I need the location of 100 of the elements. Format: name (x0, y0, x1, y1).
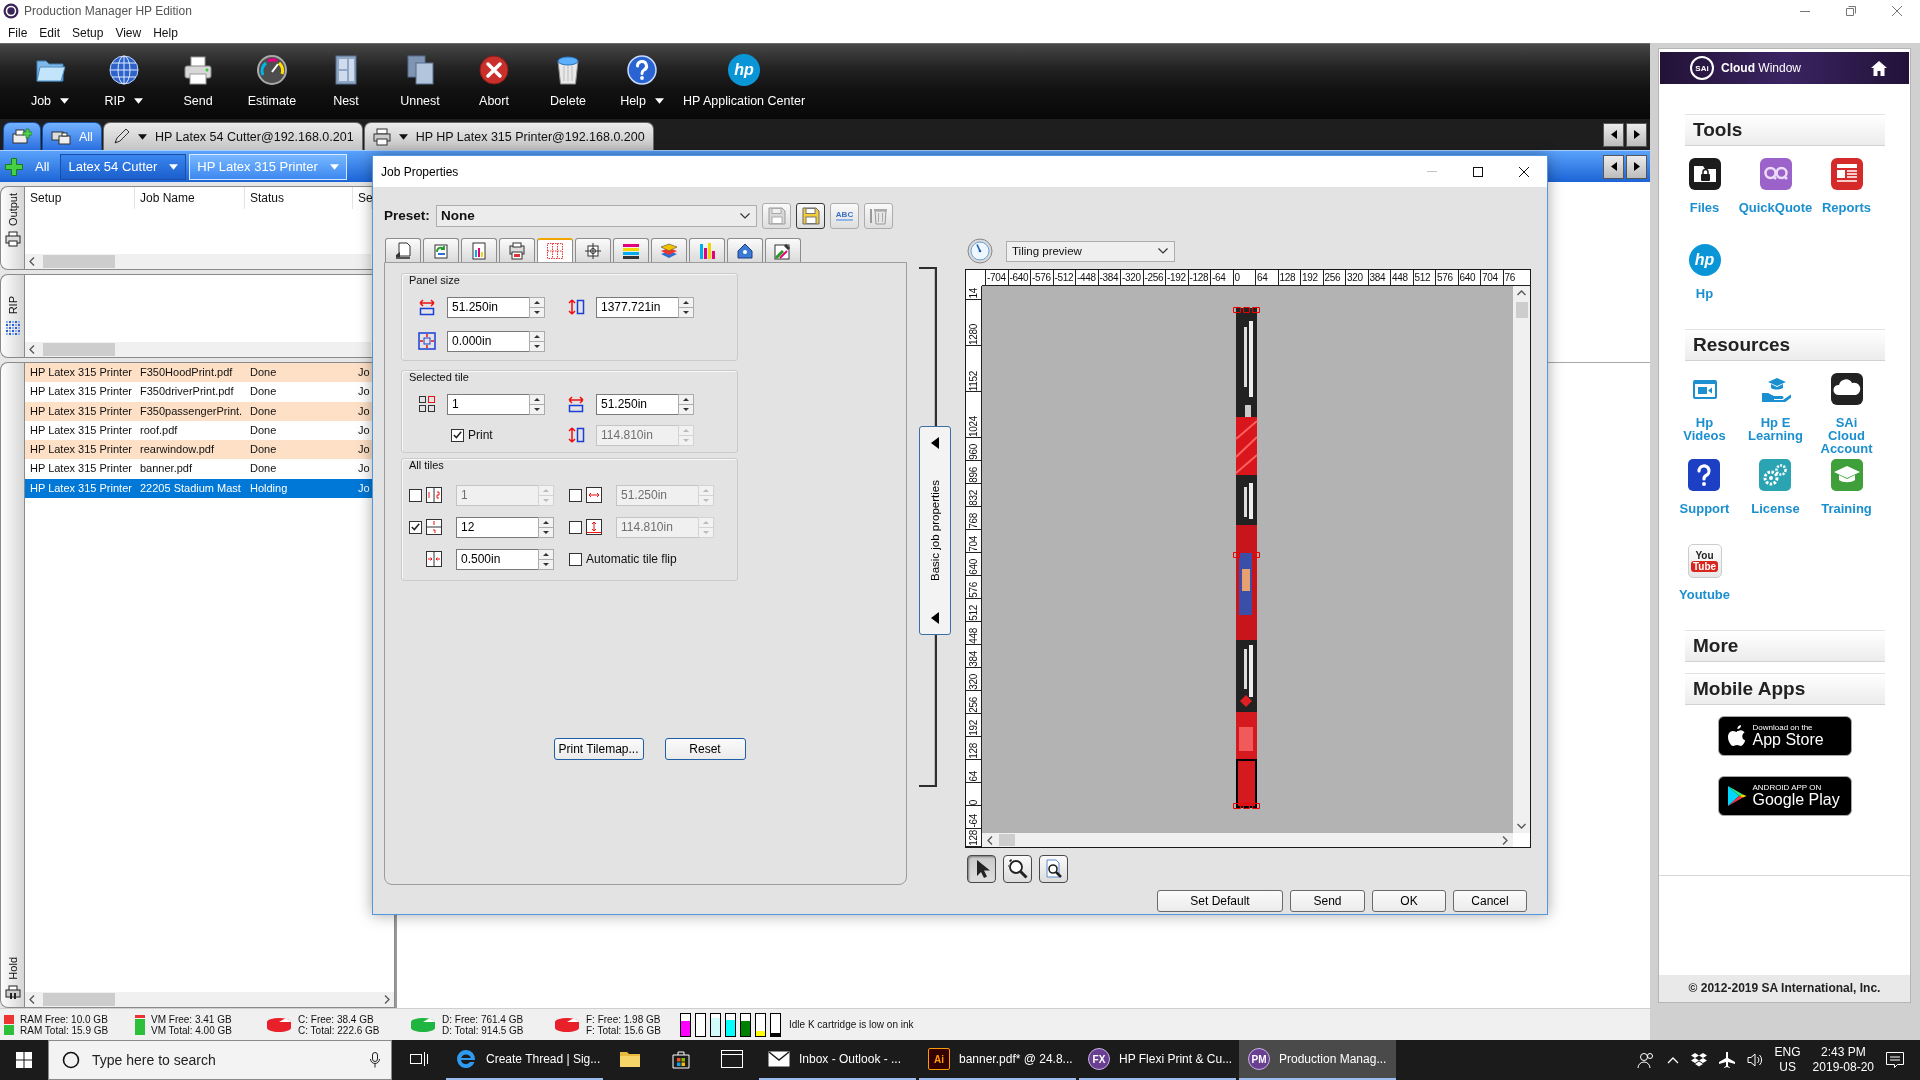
scrollbar-thumb[interactable] (43, 343, 115, 356)
save-as-button[interactable] (796, 202, 825, 229)
panel-button[interactable]: Print Tilemap... (553, 738, 644, 760)
device-tab[interactable] (3, 122, 41, 150)
cloud-link[interactable]: Reports (1821, 157, 1872, 214)
checkbox-label[interactable]: Print (468, 428, 493, 442)
queue-tab[interactable]: RIP (0, 274, 24, 358)
cloud-link[interactable]: SAi Cloud Account (1816, 372, 1877, 455)
nest-button[interactable]: Nest (309, 44, 383, 119)
property-tab[interactable] (385, 238, 421, 262)
horizontal-scrollbar[interactable] (982, 833, 1513, 847)
menu-item[interactable]: Setup (66, 22, 110, 43)
number-field[interactable]: 0.000in (447, 330, 530, 352)
dialog-button[interactable]: OK (1372, 890, 1446, 912)
dialog-button[interactable]: Set Default (1157, 890, 1283, 912)
cloud-link[interactable]: Training (1821, 458, 1872, 515)
airplane-icon[interactable] (1718, 1052, 1735, 1068)
spin-down-button[interactable] (538, 526, 554, 538)
table-row[interactable]: HP Latex 315 Printer rearwindow.pdf Done Jo (25, 440, 372, 460)
property-tab[interactable] (575, 238, 611, 262)
delete-button[interactable]: Delete (531, 44, 605, 119)
property-tab[interactable] (613, 238, 649, 262)
column-header[interactable]: Setup (25, 187, 135, 209)
cloud-link[interactable]: Hp Videos (1674, 372, 1735, 442)
spin-down-button[interactable] (678, 306, 694, 318)
store-badge[interactable]: ANDROID APP ON Google Play (1717, 776, 1852, 816)
spin-up-button[interactable] (538, 516, 554, 528)
horizontal-scrollbar[interactable] (25, 254, 371, 269)
queue-tab[interactable]: Output (0, 186, 24, 270)
number-field[interactable]: 1377.721in (596, 296, 679, 318)
taskbar-button[interactable]: Create Thread | Sig... (446, 1040, 603, 1080)
zoom-page-tool-button[interactable] (1039, 855, 1068, 883)
property-tab[interactable] (727, 238, 763, 262)
scroll-left-button[interactable] (1603, 154, 1624, 179)
section-header[interactable]: Mobile Apps (1685, 673, 1885, 705)
message-icon[interactable] (1886, 1052, 1904, 1068)
scroll-left-button[interactable] (1603, 122, 1624, 147)
spin-up-button[interactable] (529, 393, 545, 405)
scrollbar-thumb[interactable] (999, 834, 1015, 846)
open-box-icon[interactable] (1690, 1053, 1707, 1067)
taskbar-button[interactable]: Ai banner.pdf* @ 24.8... (919, 1040, 1076, 1080)
send-button[interactable]: Send (161, 44, 235, 119)
table-row[interactable]: HP Latex 315 Printer 22205 Stadium Mast Holding Jo (25, 478, 372, 499)
taskbar-button[interactable]: FX HP Flexi Print & Cu... (1079, 1040, 1236, 1080)
queue-tab[interactable]: Hold (0, 362, 24, 1008)
section-header[interactable]: More (1685, 630, 1885, 662)
rename-button[interactable]: ABC (830, 202, 859, 229)
filter-tab[interactable]: All (27, 153, 58, 180)
cloud-link[interactable]: QuickQuote (1738, 157, 1813, 214)
plus-icon[interactable] (4, 156, 24, 177)
estimate-button[interactable]: Estimate (235, 44, 309, 119)
section-header[interactable]: Tools (1685, 114, 1885, 146)
preset-dropdown[interactable]: None (436, 204, 757, 227)
checkbox[interactable] (569, 552, 582, 566)
help-button[interactable]: Help (605, 44, 679, 119)
spin-down-button[interactable] (529, 403, 545, 415)
number-field[interactable]: 1 (447, 393, 530, 415)
spin-down-button[interactable] (538, 558, 554, 570)
scroll-right-button[interactable] (1626, 122, 1647, 147)
spin-up-button[interactable] (678, 296, 694, 308)
menu-item[interactable]: Edit (33, 22, 67, 43)
menu-item[interactable]: View (109, 22, 148, 43)
people-icon[interactable] (1636, 1051, 1655, 1069)
filter-tab[interactable]: Latex 54 Cutter (60, 153, 187, 180)
scrollbar-thumb[interactable] (43, 255, 115, 268)
home-icon[interactable] (1871, 60, 1887, 76)
search-field[interactable]: Type here to search (48, 1040, 392, 1080)
checkbox-label[interactable]: Automatic tile flip (586, 552, 677, 566)
number-field[interactable]: 51.250in (447, 296, 530, 318)
rip-button[interactable]: RIP (87, 44, 161, 119)
taskbar-button[interactable]: PM Production Manag... (1239, 1040, 1396, 1080)
menu-item[interactable]: File (2, 22, 34, 43)
store-badge[interactable]: Download on the App Store (1717, 716, 1852, 756)
zoom-tool-button[interactable] (1003, 855, 1032, 883)
horizontal-scrollbar[interactable] (25, 992, 394, 1007)
device-tab[interactable]: HP Latex 54 Cutter@192.168.0.201 (102, 122, 363, 150)
checkbox[interactable] (451, 428, 464, 442)
side-panel-tab[interactable]: Basic job properties (919, 426, 951, 635)
scrollbar-thumb[interactable] (43, 993, 115, 1006)
number-field[interactable]: 0.500in (456, 548, 539, 570)
section-header[interactable]: Resources (1685, 329, 1885, 361)
column-header[interactable]: Status (245, 187, 353, 209)
scroll-right-button[interactable] (1626, 154, 1647, 179)
chevron-up-icon[interactable] (1666, 1056, 1679, 1064)
spin-up-button[interactable] (678, 393, 694, 405)
panel-button[interactable]: Reset (664, 738, 746, 760)
vertical-scrollbar[interactable] (1513, 286, 1530, 833)
spin-up-button[interactable] (538, 548, 554, 560)
table-row[interactable]: HP Latex 315 Printer F350passengerPrint. Done Jo (25, 401, 372, 421)
app-center-button[interactable]: hp HP Application Center (679, 44, 810, 119)
language-button[interactable]: ENG US (1774, 1045, 1801, 1075)
horizontal-scrollbar[interactable] (25, 342, 371, 357)
table-row[interactable]: HP Latex 315 Printer F350HoodPrint.pdf Done Jo (25, 363, 372, 383)
spin-down-button[interactable] (678, 403, 694, 415)
cloud-link[interactable]: License (1751, 458, 1800, 515)
column-header[interactable]: Job Name (135, 187, 245, 209)
unnest-button[interactable]: Unnest (383, 44, 457, 119)
volume-icon[interactable] (1746, 1053, 1763, 1067)
taskbar-button[interactable]: Inbox - Outlook - ... (759, 1040, 916, 1080)
cloud-link[interactable]: You Tube Youtube (1679, 544, 1730, 601)
